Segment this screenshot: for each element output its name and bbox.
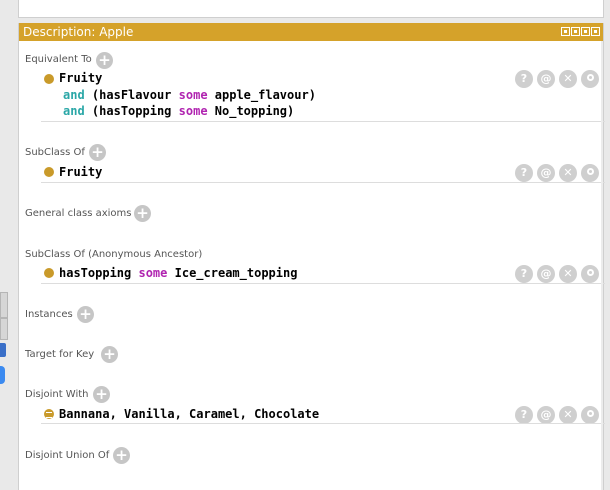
panel-titlebar: Description: Apple: [19, 23, 603, 41]
add-key-button[interactable]: +: [101, 346, 118, 363]
disjoint-bullet-icon: [44, 409, 54, 419]
split-view-icon[interactable]: [561, 27, 570, 36]
section-equivalent-to-label: Equivalent To: [25, 54, 92, 65]
close-icon[interactable]: ✕: [559, 406, 577, 424]
circle-icon[interactable]: [581, 164, 599, 182]
separator: [41, 182, 605, 183]
class-bullet-icon: [44, 268, 54, 278]
description-panel: Description: Apple Equivalent To + Fruit…: [18, 23, 605, 490]
close-icon[interactable]: ✕: [559, 70, 577, 88]
class-bullet-icon: [44, 167, 54, 177]
subclass-anon-actions: ? @ ✕: [515, 265, 599, 283]
separator: [41, 283, 605, 284]
subclass-actions: ? @ ✕: [515, 164, 599, 182]
left-strip-button[interactable]: [0, 318, 8, 340]
left-strip-button[interactable]: [0, 292, 8, 318]
add-disjoint-union-button[interactable]: +: [113, 447, 130, 464]
separator: [41, 423, 605, 424]
help-icon[interactable]: ?: [515, 265, 533, 283]
help-icon[interactable]: ?: [515, 70, 533, 88]
add-general-axiom-button[interactable]: +: [134, 205, 151, 222]
scrollbar-track[interactable]: [601, 41, 603, 490]
at-icon[interactable]: @: [537, 70, 555, 88]
section-disjoint-union-label: Disjoint Union Of: [25, 450, 110, 461]
add-disjoint-button[interactable]: +: [93, 386, 110, 403]
section-subclass-of-label: SubClass Of: [25, 147, 85, 158]
help-icon[interactable]: ?: [515, 406, 533, 424]
equivalent-axiom-line3[interactable]: and (hasTopping some No_topping): [63, 104, 294, 118]
section-instances-label: Instances: [25, 309, 73, 320]
separator: [41, 121, 605, 122]
window-controls: [561, 27, 600, 36]
close-icon[interactable]: ✕: [559, 265, 577, 283]
section-target-for-key-label: Target for Key: [25, 349, 95, 360]
circle-icon[interactable]: [581, 265, 599, 283]
section-subclass-anon-label: SubClass Of (Anonymous Ancestor): [25, 249, 203, 260]
at-icon[interactable]: @: [537, 265, 555, 283]
close-view-icon[interactable]: [591, 27, 600, 36]
left-strip-blue-button[interactable]: [0, 366, 5, 384]
close-icon[interactable]: ✕: [559, 164, 577, 182]
equivalent-axiom-line2[interactable]: and (hasFlavour some apple_flavour): [63, 88, 316, 102]
left-strip-icon[interactable]: [0, 343, 6, 357]
circle-icon[interactable]: [581, 406, 599, 424]
section-disjoint-with-label: Disjoint With: [25, 389, 89, 400]
subclass-axiom[interactable]: Fruity: [59, 165, 102, 179]
section-general-class-axioms-label: General class axioms: [25, 208, 132, 219]
maximize-icon[interactable]: [581, 27, 590, 36]
add-equivalent-button[interactable]: +: [96, 52, 113, 69]
disjoint-actions: ? @ ✕: [515, 406, 599, 424]
class-bullet-icon: [44, 74, 54, 84]
disjoint-axiom[interactable]: Bannana, Vanilla, Caramel, Chocolate: [59, 407, 319, 421]
circle-icon[interactable]: [581, 70, 599, 88]
add-instance-button[interactable]: +: [77, 306, 94, 323]
equivalent-actions: ? @ ✕: [515, 70, 599, 88]
equivalent-axiom-line1[interactable]: Fruity: [59, 71, 102, 85]
panel-title: Description: Apple: [23, 25, 134, 39]
float-view-icon[interactable]: [571, 27, 580, 36]
at-icon[interactable]: @: [537, 406, 555, 424]
help-icon[interactable]: ?: [515, 164, 533, 182]
at-icon[interactable]: @: [537, 164, 555, 182]
subclass-anon-axiom[interactable]: hasTopping some Ice_cream_topping: [59, 266, 297, 280]
add-subclass-button[interactable]: +: [89, 144, 106, 161]
upper-panel: [18, 0, 604, 18]
